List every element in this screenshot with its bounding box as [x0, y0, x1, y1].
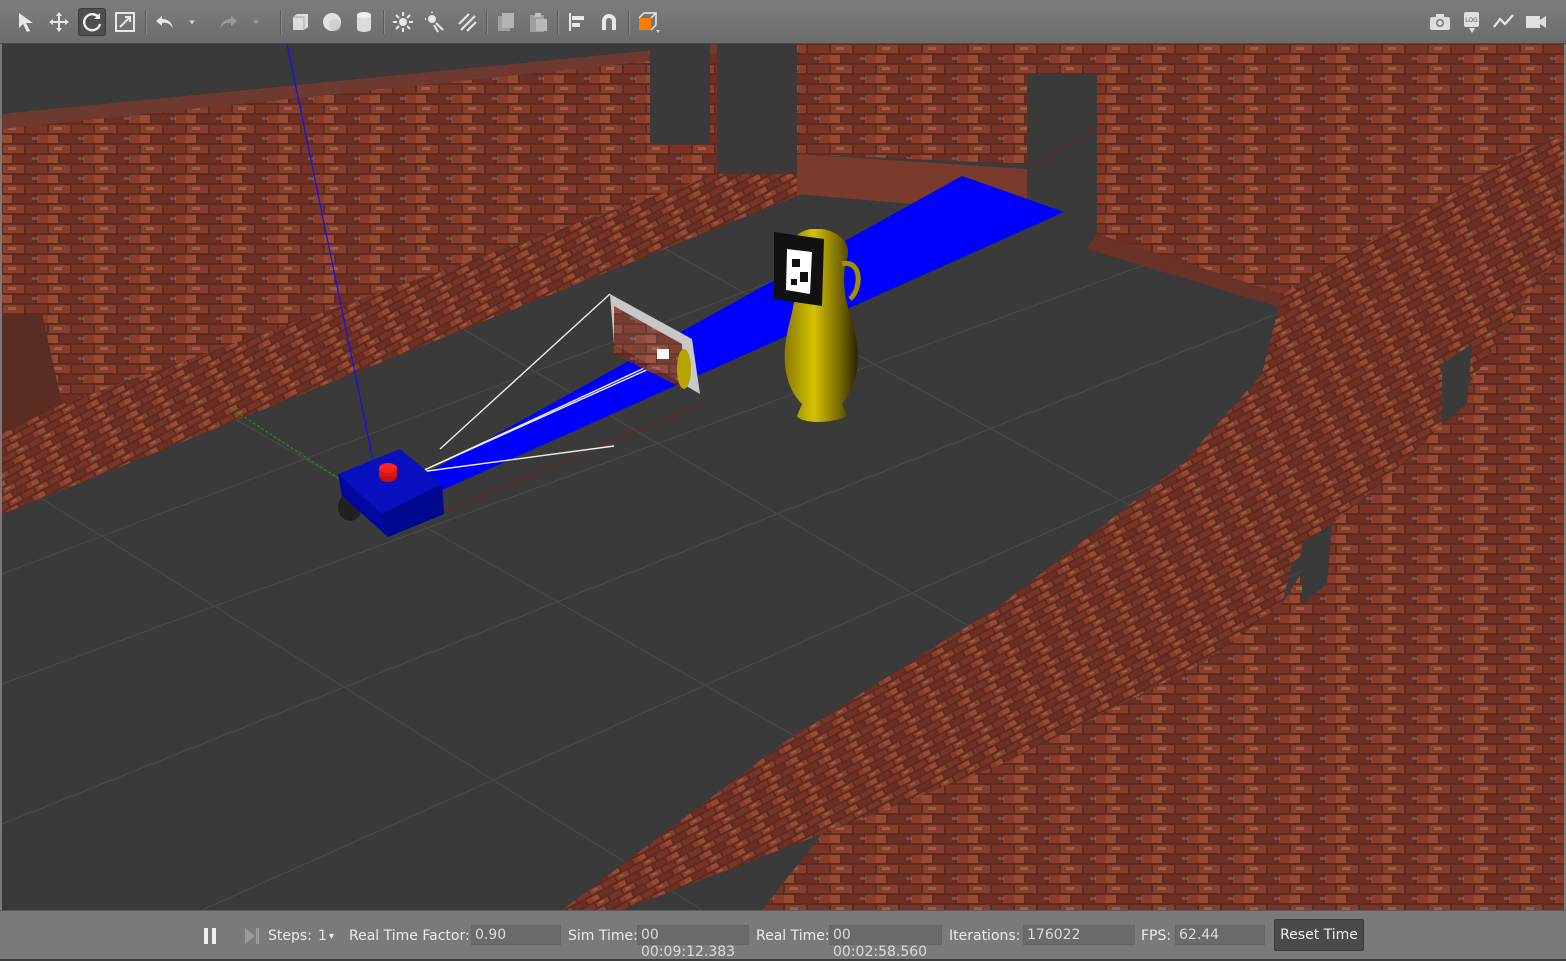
- spot-light-icon[interactable]: [421, 8, 449, 36]
- redo-history-icon[interactable]: [247, 8, 265, 36]
- real-time-label: Real Time:: [756, 928, 830, 944]
- aruco-marker: [774, 232, 824, 306]
- steps-label: Steps:: [268, 928, 312, 944]
- scale-icon[interactable]: [111, 8, 139, 36]
- svg-text:LOG: LOG: [1465, 17, 1478, 24]
- undo-history-icon[interactable]: [183, 8, 201, 36]
- gazebo-window: LOG Steps: 1 ▾ Real Time Factor: 0.90 Si…: [0, 0, 1566, 960]
- scene-render: [2, 44, 1564, 910]
- paste-icon[interactable]: [524, 8, 552, 36]
- directional-light-icon[interactable]: [453, 8, 481, 36]
- box-icon[interactable]: [286, 8, 314, 36]
- redo-icon[interactable]: [214, 8, 242, 36]
- real-time-value: 00 00:02:58.560: [829, 925, 942, 960]
- steps-dropdown-icon[interactable]: ▾: [329, 931, 334, 942]
- iterations-label: Iterations:: [949, 928, 1021, 944]
- screenshot-icon[interactable]: [1426, 8, 1454, 36]
- rtf-label: Real Time Factor:: [349, 928, 470, 944]
- video-record-icon[interactable]: [1522, 8, 1550, 36]
- status-bar: Steps: 1 ▾ Real Time Factor: 0.90 Sim Ti…: [0, 910, 1566, 960]
- snap-icon[interactable]: [595, 8, 623, 36]
- toolbar: LOG: [0, 0, 1566, 44]
- view-angle-icon[interactable]: [634, 8, 662, 36]
- step-icon: [245, 928, 259, 944]
- steps-value[interactable]: 1: [318, 928, 327, 944]
- align-icon[interactable]: [563, 8, 591, 36]
- copy-icon[interactable]: [492, 8, 520, 36]
- pause-icon: [204, 928, 216, 944]
- pause-button[interactable]: [202, 927, 218, 945]
- 3d-viewport[interactable]: [2, 44, 1564, 910]
- iterations-value: 176022: [1023, 925, 1135, 945]
- rtf-value: 0.90: [471, 925, 561, 945]
- select-arrow-icon[interactable]: [12, 8, 40, 36]
- point-light-icon[interactable]: [389, 8, 417, 36]
- plot-icon[interactable]: [1490, 8, 1518, 36]
- undo-icon[interactable]: [151, 8, 179, 36]
- sim-time-value: 00 00:09:12.383: [637, 925, 749, 960]
- log-icon[interactable]: LOG: [1458, 8, 1486, 36]
- rotate-icon[interactable]: [78, 8, 106, 36]
- cylinder-icon[interactable]: [350, 8, 378, 36]
- step-button[interactable]: [243, 927, 261, 945]
- fps-label: FPS:: [1141, 928, 1172, 944]
- sphere-icon[interactable]: [318, 8, 346, 36]
- translate-icon[interactable]: [45, 8, 73, 36]
- sim-time-label: Sim Time:: [568, 928, 638, 944]
- reset-time-button[interactable]: Reset Time: [1274, 919, 1364, 951]
- fps-value: 62.44: [1175, 925, 1265, 945]
